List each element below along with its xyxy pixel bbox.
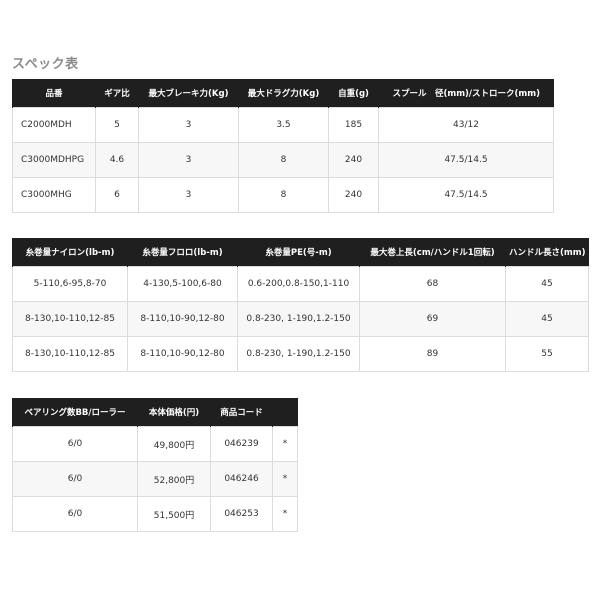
table-cell: 45: [505, 266, 589, 302]
header-cell: ギア比: [95, 79, 139, 108]
table-cell: 4.6: [95, 142, 139, 178]
table-row: C3000MHG 6 3 8 240 47.5/14.5: [12, 177, 554, 213]
header-cell: 商品コード: [210, 398, 273, 427]
table-cell: 5-110,6-95,8-70: [12, 266, 128, 302]
table-cell: 3.5: [238, 107, 329, 143]
table-cell: 185: [328, 107, 379, 143]
table-cell: 69: [359, 301, 506, 337]
header-cell: スプール 径(mm)/ストローク(mm): [378, 79, 554, 108]
table-cell: 8: [238, 177, 329, 213]
page-title: スペック表: [12, 57, 79, 72]
table-cell: 89: [359, 336, 506, 372]
table-row: C3000MDHPG 4.6 3 8 240 47.5/14.5: [12, 142, 554, 178]
table-cell: 55: [505, 336, 589, 372]
table-row: 6/0 49,800円 046239 *: [12, 426, 298, 462]
table-header-row: ベアリング数BB/ローラー 本体価格(円) 商品コード: [12, 398, 298, 427]
header-cell: 糸巻量ナイロン(lb-m): [12, 238, 128, 267]
asterisk-cell: *: [272, 496, 298, 532]
price-cell: 49,800円: [137, 426, 211, 462]
table-cell: 8-110,10-90,12-80: [127, 336, 238, 372]
table-cell: 6: [95, 177, 139, 213]
table-cell: 0.8-230, 1-190,1.2-150: [237, 336, 360, 372]
model-cell: C3000MHG: [12, 177, 96, 213]
header-cell: 最大ドラグ力(Kg): [238, 79, 329, 108]
table-cell: 5: [95, 107, 139, 143]
price-cell: 52,800円: [137, 461, 211, 497]
model-cell: C2000MDH: [12, 107, 96, 143]
table-cell: 47.5/14.5: [378, 177, 554, 213]
table-cell: 3: [138, 177, 239, 213]
header-cell: 糸巻量PE(号-m): [237, 238, 360, 267]
spec-table-3: ベアリング数BB/ローラー 本体価格(円) 商品コード 6/0 49,800円 …: [12, 398, 298, 532]
header-cell: ハンドル長さ(mm): [505, 238, 589, 267]
header-cell: ベアリング数BB/ローラー: [12, 398, 138, 427]
table-cell: 8: [238, 142, 329, 178]
spec-table-2: 糸巻量ナイロン(lb-m) 糸巻量フロロ(lb-m) 糸巻量PE(号-m) 最大…: [12, 238, 589, 372]
table-cell: 6/0: [12, 496, 138, 532]
table-cell: 4-130,5-100,6-80: [127, 266, 238, 302]
table-cell: 6/0: [12, 426, 138, 462]
model-cell: C3000MDHPG: [12, 142, 96, 178]
table-cell: 43/12: [378, 107, 554, 143]
table-cell: 47.5/14.5: [378, 142, 554, 178]
table-row: 8-130,10-110,12-85 8-110,10-90,12-80 0.8…: [12, 336, 589, 372]
asterisk-cell: *: [272, 461, 298, 497]
header-cell: 自重(g): [328, 79, 379, 108]
product-code-cell: 046246: [210, 461, 273, 497]
table-cell: 0.8-230, 1-190,1.2-150: [237, 301, 360, 337]
spec-table-1: 品番 ギア比 最大ブレーキ力(Kg) 最大ドラグ力(Kg) 自重(g) スプール…: [12, 79, 554, 213]
table-cell: 6/0: [12, 461, 138, 497]
table-cell: 68: [359, 266, 506, 302]
table-row: C2000MDH 5 3 3.5 185 43/12: [12, 107, 554, 143]
table-cell: 45: [505, 301, 589, 337]
header-cell: 最大ブレーキ力(Kg): [138, 79, 239, 108]
header-cell: 糸巻量フロロ(lb-m): [127, 238, 238, 267]
table-header-row: 品番 ギア比 最大ブレーキ力(Kg) 最大ドラグ力(Kg) 自重(g) スプール…: [12, 79, 554, 108]
table-cell: 240: [328, 142, 379, 178]
header-cell: 品番: [12, 79, 96, 108]
table-row: 6/0 51,500円 046253 *: [12, 496, 298, 532]
table-row: 8-130,10-110,12-85 8-110,10-90,12-80 0.8…: [12, 301, 589, 337]
table-header-row: 糸巻量ナイロン(lb-m) 糸巻量フロロ(lb-m) 糸巻量PE(号-m) 最大…: [12, 238, 589, 267]
table-cell: 8-110,10-90,12-80: [127, 301, 238, 337]
table-cell: 3: [138, 107, 239, 143]
table-cell: 240: [328, 177, 379, 213]
table-row: 5-110,6-95,8-70 4-130,5-100,6-80 0.6-200…: [12, 266, 589, 302]
price-cell: 51,500円: [137, 496, 211, 532]
table-cell: 3: [138, 142, 239, 178]
product-code-cell: 046239: [210, 426, 273, 462]
table-cell: 8-130,10-110,12-85: [12, 336, 128, 372]
product-code-cell: 046253: [210, 496, 273, 532]
table-row: 6/0 52,800円 046246 *: [12, 461, 298, 497]
table-cell: 8-130,10-110,12-85: [12, 301, 128, 337]
header-cell: 最大巻上長(cm/ハンドル1回転): [359, 238, 506, 267]
header-cell: 本体価格(円): [137, 398, 211, 427]
asterisk-cell: *: [272, 426, 298, 462]
table-cell: 0.6-200,0.8-150,1-110: [237, 266, 360, 302]
header-cell: [272, 398, 298, 427]
